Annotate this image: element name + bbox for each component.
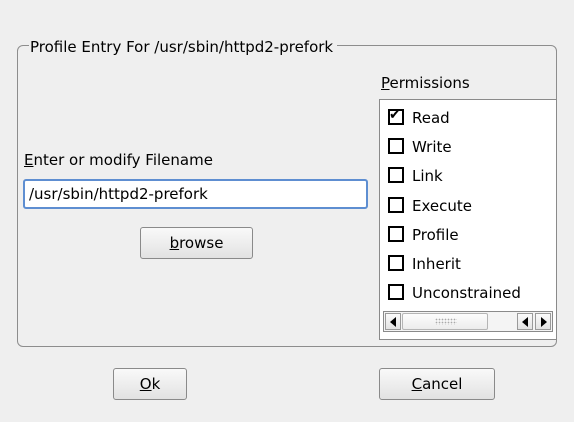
filename-input[interactable]: /usr/sbin/httpd2-prefork [23, 179, 368, 209]
scroll-right-button[interactable] [535, 313, 551, 330]
permission-inherit-label: Inherit [412, 255, 461, 273]
read-checkbox[interactable]: ✔ [388, 107, 404, 125]
inherit-checkbox[interactable] [388, 255, 404, 271]
permission-write[interactable]: Write [388, 134, 452, 160]
cancel-accelerator: C [411, 375, 423, 393]
permissions-label-text: ermissions [389, 74, 470, 92]
permission-link[interactable]: Link [388, 163, 443, 189]
profile-checkbox[interactable] [388, 226, 404, 242]
filename-label: Enter or modify Filename [24, 151, 213, 169]
ok-accelerator: O [139, 375, 152, 393]
permission-execute-label: Execute [412, 197, 472, 215]
link-checkbox[interactable] [388, 167, 404, 183]
write-checkbox[interactable] [388, 138, 404, 154]
checkmark-icon: ✔ [389, 107, 401, 123]
permission-read-label: Read [412, 109, 450, 127]
ok-button[interactable]: Ok [113, 368, 187, 400]
ok-label: k [151, 375, 161, 393]
scroll-left-button-secondary[interactable] [517, 313, 533, 330]
permission-unconstrained[interactable]: Unconstrained [388, 280, 521, 306]
execute-checkbox[interactable] [388, 197, 404, 213]
unconstrained-checkbox[interactable] [388, 284, 404, 300]
permission-execute[interactable]: Execute [388, 193, 472, 219]
browse-label: rowse [179, 234, 224, 252]
arrow-left-icon [522, 317, 528, 327]
permission-profile[interactable]: Profile [388, 222, 459, 248]
permission-write-label: Write [412, 138, 452, 156]
scroll-left-button[interactable] [385, 313, 401, 330]
permissions-label: Permissions [381, 74, 470, 92]
permission-read[interactable]: ✔ Read [388, 105, 450, 131]
permission-link-label: Link [412, 167, 443, 185]
permission-profile-label: Profile [412, 226, 459, 244]
arrow-right-icon [541, 317, 547, 327]
permission-inherit[interactable]: Inherit [388, 251, 461, 277]
cancel-label: ancel [422, 375, 463, 393]
permission-unconstrained-label: Unconstrained [412, 284, 521, 302]
scrollbar-thumb[interactable] [402, 313, 488, 330]
browse-accelerator: b [169, 234, 180, 252]
permissions-list[interactable]: ✔ Read Write Link Execute Profile Inherit… [379, 99, 557, 340]
filename-label-text: nter or modify Filename [33, 151, 213, 169]
permissions-label-accelerator: P [381, 74, 390, 92]
browse-button[interactable]: browse [140, 227, 253, 259]
horizontal-scrollbar[interactable] [383, 311, 553, 332]
arrow-left-icon [390, 317, 396, 327]
cancel-button[interactable]: Cancel [379, 368, 495, 400]
grip-icon [435, 318, 457, 325]
groupbox-title: Profile Entry For /usr/sbin/httpd2-prefo… [29, 38, 338, 56]
